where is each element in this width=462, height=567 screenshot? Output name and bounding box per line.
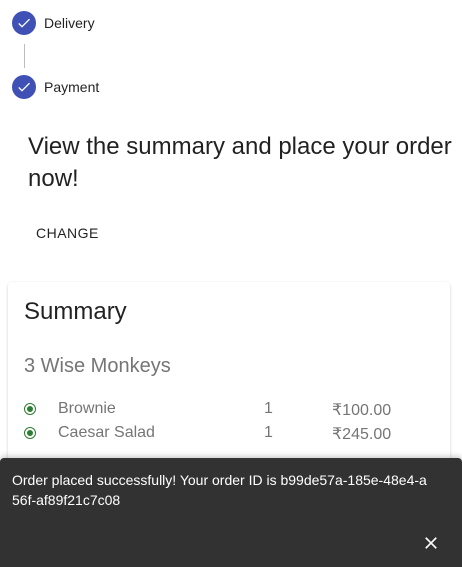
- item-price: ₹245.00: [332, 426, 392, 443]
- checkout-page: Delivery Payment View the summary and pl…: [0, 0, 462, 567]
- snackbar-message: Order placed successfully! Your order ID…: [12, 472, 427, 508]
- veg-icon: [24, 427, 36, 439]
- item-name: Brownie: [58, 400, 116, 417]
- item-quantity: 1: [264, 424, 273, 441]
- step-content-title: View the summary and place your order no…: [28, 133, 452, 192]
- item-price: ₹100.00: [332, 402, 392, 419]
- change-button[interactable]: CHANGE: [28, 217, 107, 249]
- item-name: Caesar Salad: [58, 424, 155, 441]
- snackbar: Order placed successfully! Your order ID…: [0, 458, 462, 567]
- step-label: Payment: [44, 79, 100, 95]
- restaurant-name: 3 Wise Monkeys: [24, 355, 171, 377]
- summary-title: Summary: [24, 298, 127, 325]
- step-delivery[interactable]: Delivery: [12, 11, 95, 35]
- check-icon: [12, 11, 36, 35]
- step-label: Delivery: [44, 15, 95, 31]
- step-connector: [24, 44, 25, 68]
- step-payment[interactable]: Payment: [12, 75, 99, 99]
- close-icon[interactable]: [419, 531, 443, 555]
- order-item-row: Caesar Salad 1 ₹245.00: [24, 424, 424, 444]
- check-icon: [12, 75, 36, 99]
- order-item-row: Brownie 1 ₹100.00: [24, 400, 424, 420]
- item-quantity: 1: [264, 400, 273, 417]
- veg-icon: [24, 403, 36, 415]
